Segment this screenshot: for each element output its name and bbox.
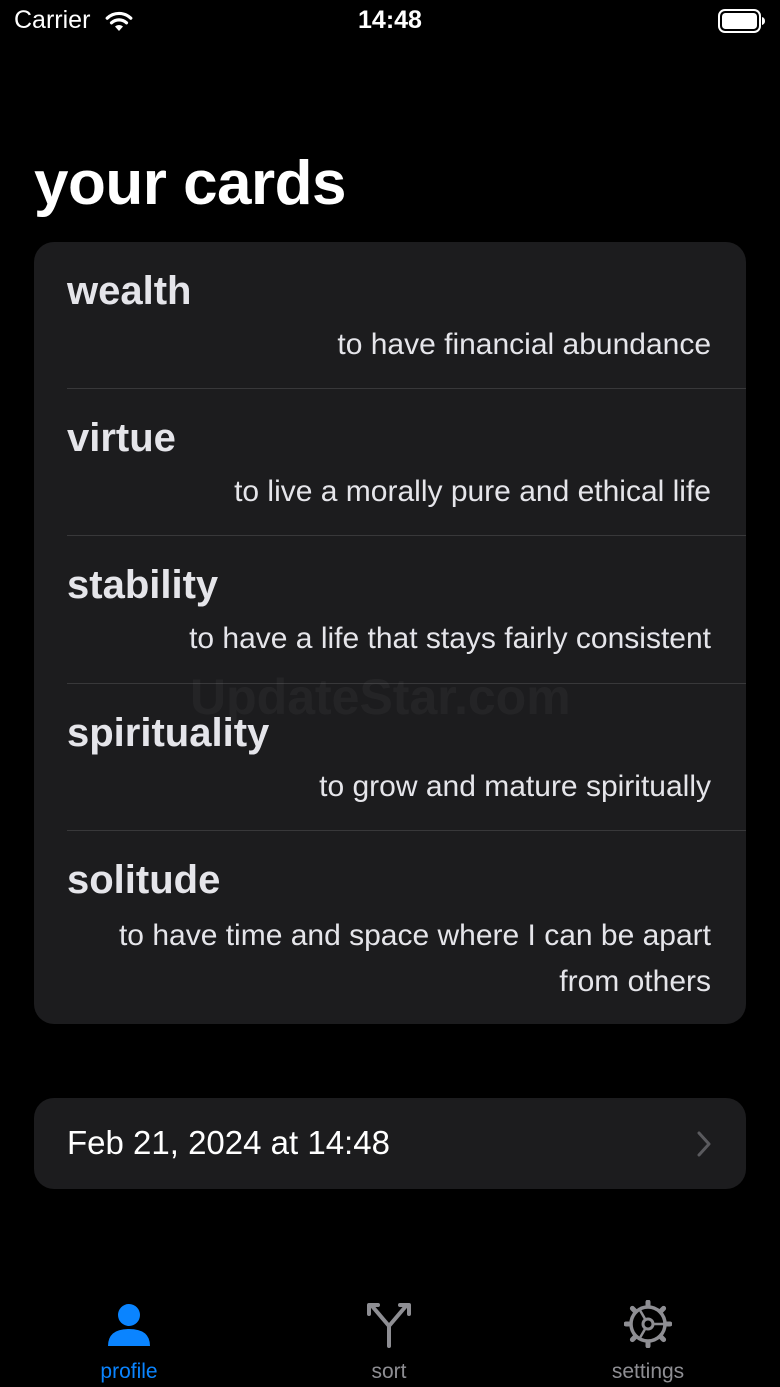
card-description: to have a life that stays fairly consist… bbox=[189, 622, 711, 655]
watermark: UpdateStar.com bbox=[190, 668, 571, 726]
page-title: your cards bbox=[34, 149, 347, 218]
card-description: to live a morally pure and ethical life bbox=[234, 475, 711, 508]
tab-sort[interactable]: sort bbox=[289, 1290, 489, 1387]
tab-label: profile bbox=[100, 1360, 158, 1383]
status-bar: Carrier 14:48 bbox=[0, 0, 780, 44]
card-row-wealth[interactable]: wealth to have financial abundance bbox=[34, 242, 746, 389]
status-time: 14:48 bbox=[358, 6, 422, 34]
tab-profile[interactable]: profile bbox=[29, 1290, 229, 1387]
card-title: solitude bbox=[67, 858, 221, 902]
card-title: wealth bbox=[67, 269, 192, 313]
card-description: to have time and space where I can be ap… bbox=[118, 919, 711, 998]
card-title: stability bbox=[67, 563, 219, 607]
tab-settings[interactable]: settings bbox=[548, 1290, 748, 1387]
card-row-virtue[interactable]: virtue to live a morally pure and ethica… bbox=[34, 389, 746, 536]
tab-label: sort bbox=[371, 1360, 407, 1383]
tab-bar: profile sort settings bbox=[0, 1290, 780, 1387]
person-icon bbox=[108, 1304, 150, 1346]
card-row-stability[interactable]: stability to have a life that stays fair… bbox=[34, 536, 746, 684]
card-row-solitude[interactable]: solitude to have time and space where I … bbox=[34, 831, 746, 1024]
card-description: to have financial abundance bbox=[337, 328, 711, 361]
card-description: to grow and mature spiritually bbox=[319, 770, 711, 803]
fork-icon bbox=[367, 1303, 411, 1348]
chevron-right-icon bbox=[697, 1131, 711, 1157]
cards-list: wealth to have financial abundance virtu… bbox=[34, 242, 746, 1024]
card-title: virtue bbox=[67, 416, 176, 460]
date-row[interactable]: Feb 21, 2024 at 14:48 bbox=[34, 1098, 746, 1189]
tab-label: settings bbox=[611, 1360, 685, 1383]
date-label: Feb 21, 2024 at 14:48 bbox=[67, 1124, 390, 1161]
battery-icon bbox=[718, 9, 765, 33]
gear-icon bbox=[624, 1300, 672, 1348]
